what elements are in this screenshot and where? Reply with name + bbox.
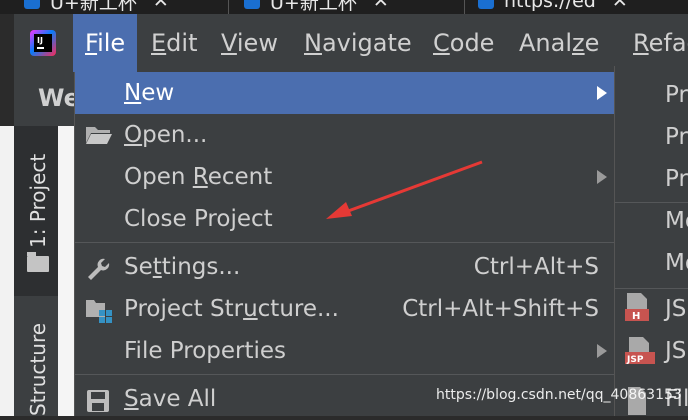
watermark: https://blog.csdn.net/qq_40863153 <box>436 387 682 403</box>
annotation-arrow <box>326 160 483 219</box>
